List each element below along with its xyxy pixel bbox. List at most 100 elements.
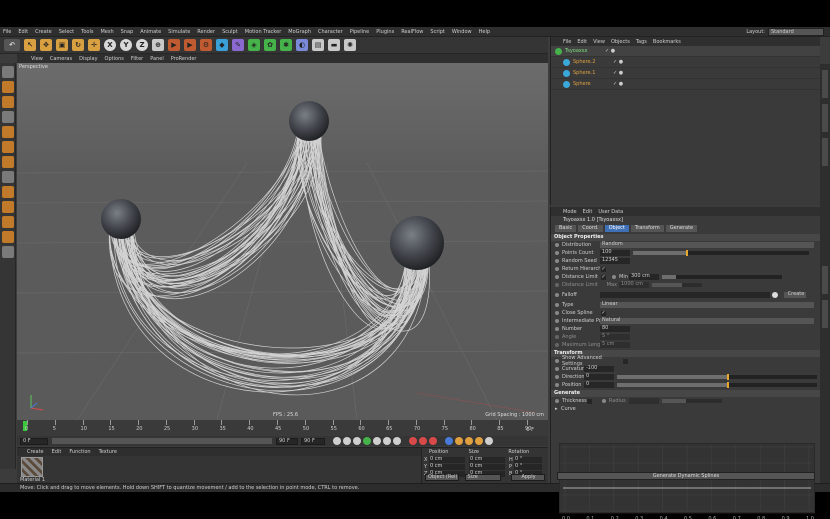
sphere-left[interactable] bbox=[101, 199, 141, 239]
object-flags[interactable]: ✓ ● bbox=[613, 70, 623, 76]
obj-menu-file[interactable]: File bbox=[563, 39, 571, 45]
points-mode-icon[interactable] bbox=[2, 126, 14, 138]
anim-dot-icon[interactable] bbox=[555, 243, 559, 247]
obj-menu-objects[interactable]: Objects bbox=[611, 39, 630, 45]
menu-sculpt[interactable]: Sculpt bbox=[222, 29, 238, 35]
rot-h-field[interactable]: 0 ° bbox=[514, 456, 542, 463]
menu-script[interactable]: Script bbox=[430, 29, 445, 35]
return-hierarchy-checkbox[interactable]: ✓ bbox=[601, 266, 606, 272]
anim-dot-icon[interactable] bbox=[555, 259, 559, 263]
mat-menu-create[interactable]: Create bbox=[27, 449, 44, 455]
anim-dot-icon[interactable] bbox=[555, 283, 559, 287]
curve-graph[interactable]: 0.0 0.1 0.2 0.3 0.4 0.5 0.6 0.7 0.8 0.9 1.0 bbox=[559, 443, 815, 519]
material-swatch[interactable] bbox=[21, 457, 43, 477]
tab-generate[interactable]: Generate bbox=[665, 225, 698, 232]
parameter-key-icon[interactable] bbox=[475, 437, 483, 445]
menu-character[interactable]: Character bbox=[318, 29, 343, 35]
render-settings-icon[interactable]: ⚙ bbox=[200, 39, 212, 51]
anim-dot-icon[interactable] bbox=[555, 343, 559, 347]
random-seed-field[interactable]: 12345 bbox=[600, 258, 630, 264]
axis-mode-icon[interactable] bbox=[2, 171, 14, 183]
keyframe-selection-icon[interactable] bbox=[429, 437, 437, 445]
x-axis-toggle[interactable]: X bbox=[104, 39, 116, 51]
mat-menu-edit[interactable]: Edit bbox=[52, 449, 62, 455]
z-axis-toggle[interactable]: Z bbox=[136, 39, 148, 51]
object-flags[interactable]: ✓ ● bbox=[613, 81, 623, 87]
vp-menu-view[interactable]: View bbox=[31, 56, 43, 62]
points-count-slider[interactable] bbox=[633, 250, 809, 256]
scale-key-icon[interactable] bbox=[455, 437, 463, 445]
side-tab-structure[interactable] bbox=[822, 138, 828, 166]
menu-help[interactable]: Help bbox=[479, 29, 490, 35]
preview-end-field[interactable]: 90 F bbox=[276, 437, 298, 445]
solo-icon[interactable] bbox=[2, 246, 14, 258]
menu-realflow[interactable]: RealFlow bbox=[401, 29, 423, 35]
polygons-mode-icon[interactable] bbox=[2, 156, 14, 168]
menu-select[interactable]: Select bbox=[59, 29, 74, 35]
attr-menu-edit[interactable]: Edit bbox=[583, 209, 593, 215]
snap-icon[interactable] bbox=[2, 201, 14, 213]
floor-icon[interactable]: ▤ bbox=[312, 39, 324, 51]
anim-dot-icon[interactable] bbox=[555, 399, 559, 403]
sphere-right[interactable] bbox=[390, 216, 444, 270]
object-row-sphere-1[interactable]: Sphere.1 ✓ ● bbox=[551, 68, 820, 79]
anim-dot-icon[interactable] bbox=[555, 275, 559, 279]
cube-icon[interactable]: ◆ bbox=[216, 39, 228, 51]
menu-edit[interactable]: Edit bbox=[18, 29, 28, 35]
layout-dropdown[interactable]: Standard bbox=[768, 28, 824, 36]
generate-dynamic-splines-button[interactable]: Generate Dynamic Splines bbox=[557, 472, 815, 480]
edges-mode-icon[interactable] bbox=[2, 141, 14, 153]
previous-key-icon[interactable] bbox=[343, 437, 351, 445]
make-editable-icon[interactable] bbox=[2, 66, 14, 78]
texture-mode-icon[interactable] bbox=[2, 96, 14, 108]
max-slider[interactable] bbox=[652, 283, 702, 287]
min-field[interactable]: 300 cm bbox=[629, 274, 659, 280]
distance-limit-checkbox[interactable]: ✓ bbox=[601, 274, 606, 280]
live-select-icon[interactable]: ↖ bbox=[24, 39, 36, 51]
obj-menu-edit[interactable]: Edit bbox=[577, 39, 587, 45]
size-y-field[interactable]: 0 cm bbox=[469, 463, 505, 470]
render-view-icon[interactable]: ▶ bbox=[168, 39, 180, 51]
obj-menu-view[interactable]: View bbox=[593, 39, 605, 45]
move-icon[interactable]: ✥ bbox=[40, 39, 52, 51]
direction-field[interactable]: 0 bbox=[584, 374, 614, 380]
menu-mesh[interactable]: Mesh bbox=[100, 29, 113, 35]
recent-tool-icon[interactable]: ✛ bbox=[88, 39, 100, 51]
distribution-dropdown[interactable]: Random bbox=[600, 242, 814, 248]
radius-field[interactable] bbox=[629, 398, 659, 404]
coords-size-mode-dropdown[interactable]: Size bbox=[464, 474, 501, 481]
pen-spline-icon[interactable]: ✎ bbox=[232, 39, 244, 51]
falloff-link-field[interactable] bbox=[600, 292, 770, 298]
pos-y-field[interactable]: 0 cm bbox=[429, 463, 465, 470]
undo-icon[interactable]: ↶ bbox=[4, 39, 20, 51]
points-count-slider-knob[interactable] bbox=[685, 250, 688, 256]
position-slider-knob[interactable] bbox=[727, 382, 729, 388]
vp-menu-panel[interactable]: Panel bbox=[150, 56, 164, 62]
type-dropdown[interactable]: Linear bbox=[600, 302, 814, 308]
play-icon[interactable] bbox=[363, 437, 371, 445]
angle-field[interactable]: 5 ° bbox=[600, 334, 630, 340]
side-tab-content-browser[interactable] bbox=[822, 104, 828, 132]
direction-slider-knob[interactable] bbox=[727, 374, 729, 380]
position-key-icon[interactable] bbox=[445, 437, 453, 445]
anim-dot-icon[interactable] bbox=[555, 293, 559, 297]
lock-workplane-icon[interactable] bbox=[2, 216, 14, 228]
next-key-icon[interactable] bbox=[383, 437, 391, 445]
intermediate-points-dropdown[interactable]: Natural bbox=[600, 318, 814, 324]
side-tab-layers[interactable] bbox=[822, 300, 828, 328]
workplane-icon[interactable] bbox=[2, 111, 14, 123]
attr-menu-mode[interactable]: Mode bbox=[563, 209, 577, 215]
mat-menu-texture[interactable]: Texture bbox=[99, 449, 117, 455]
deformer-icon[interactable]: ◐ bbox=[296, 39, 308, 51]
perspective-viewport[interactable]: Perspective FPS : 25.6 Grid Spacing : 10… bbox=[17, 63, 548, 420]
menu-snap[interactable]: Snap bbox=[121, 29, 134, 35]
subdivision-icon[interactable]: ◈ bbox=[248, 39, 260, 51]
anim-dot-icon[interactable] bbox=[555, 327, 559, 331]
start-frame-field[interactable]: 0 F bbox=[20, 437, 48, 445]
model-mode-icon[interactable] bbox=[2, 81, 14, 93]
end-frame-field[interactable]: 90 F bbox=[301, 437, 325, 445]
planar-workplane-icon[interactable] bbox=[2, 231, 14, 243]
falloff-create-button[interactable]: Create bbox=[784, 292, 806, 298]
position-slider[interactable] bbox=[617, 382, 817, 388]
go-to-end-icon[interactable] bbox=[393, 437, 401, 445]
